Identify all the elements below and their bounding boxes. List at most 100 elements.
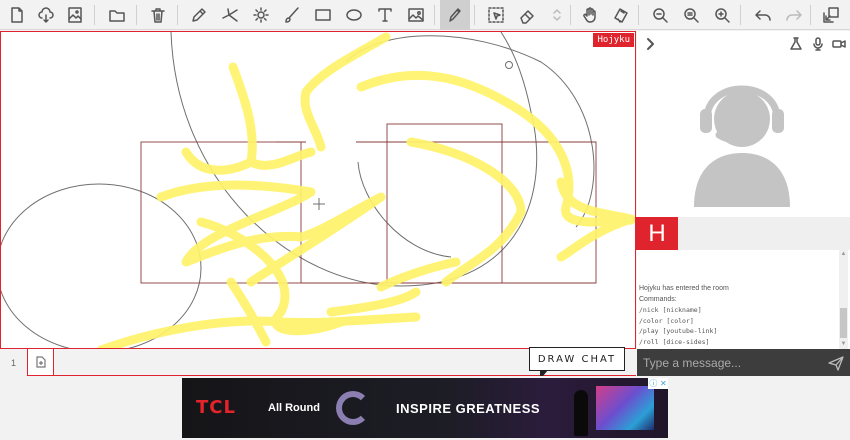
hand-icon <box>583 7 596 23</box>
rectangle-tool[interactable] <box>310 2 336 28</box>
cloud-save-icon <box>38 7 54 23</box>
camera-icon <box>832 40 846 48</box>
support-agent-icon <box>694 85 790 207</box>
stepper-button[interactable] <box>544 2 570 28</box>
camera-button[interactable] <box>830 35 848 53</box>
highlighter-strokes <box>96 32 635 348</box>
open-folder-button[interactable] <box>104 2 130 28</box>
ad-tv-image <box>596 386 654 430</box>
highlighter-tool[interactable] <box>440 0 470 30</box>
select-tool[interactable] <box>483 2 509 28</box>
gear-icon <box>253 7 269 23</box>
new-file-icon <box>11 7 23 23</box>
fit-screen-icon <box>823 7 839 23</box>
shape-gear-tool[interactable] <box>248 2 274 28</box>
undo-button[interactable] <box>750 2 776 28</box>
ad-choices-button[interactable]: ⓘ ✕ <box>648 378 668 389</box>
ad-close-icon: ✕ <box>659 379 667 388</box>
canvas-user-tag: Hojyku <box>593 33 634 47</box>
send-icon <box>827 355 844 371</box>
small-circle <box>505 61 513 69</box>
zoom-reset-button[interactable] <box>678 2 704 28</box>
pagebar-divider <box>54 375 636 376</box>
folder-icon <box>109 10 125 22</box>
ellipse-icon <box>346 9 362 21</box>
highlight-stroke-bottom <box>96 277 421 348</box>
zoom-in-button[interactable] <box>709 2 735 28</box>
message-input[interactable] <box>643 354 819 371</box>
chat-message: Hojyku has entered the room <box>639 285 729 292</box>
brush-icon <box>285 7 299 23</box>
line-tool[interactable] <box>217 2 243 28</box>
new-file-button[interactable] <box>4 2 30 28</box>
line-icon <box>222 8 238 22</box>
rectangle-icon <box>315 9 331 21</box>
ellipse-tool[interactable] <box>341 2 367 28</box>
user-avatar[interactable]: H <box>636 217 678 250</box>
scroll-thumb[interactable] <box>840 308 847 338</box>
send-button[interactable] <box>827 354 844 371</box>
canvas-drawing <box>1 32 635 348</box>
toolbar <box>0 0 850 30</box>
chat-message: /color [color] <box>639 316 694 325</box>
zoom-out-button[interactable] <box>647 2 673 28</box>
chat-message: /nick [nickname] <box>639 306 702 314</box>
chat-log: Hojyku has entered the room Commands: /n… <box>637 250 850 349</box>
advertisement-banner[interactable]: TCL All Round INSPIRE GREATNESS ⓘ ✕ <box>182 378 668 438</box>
wide-rectangle <box>276 141 597 284</box>
chat-message: Commands: <box>639 295 677 303</box>
pencil-icon <box>192 8 206 22</box>
trash-icon <box>151 8 165 23</box>
ad-person-image <box>574 390 588 436</box>
ad-info-icon: ⓘ <box>649 379 658 388</box>
delete-button[interactable] <box>145 2 171 28</box>
microphone-icon <box>813 37 823 51</box>
text-tool[interactable] <box>372 2 398 28</box>
cloud-save-button[interactable] <box>33 2 59 28</box>
flask-button[interactable] <box>787 35 805 53</box>
flask-icon <box>790 37 802 50</box>
ad-c-logo <box>336 391 370 425</box>
drawchat-logo: DRAW CHAT <box>529 347 625 371</box>
highlight-stroke-left <box>181 62 316 175</box>
undo-icon <box>755 10 771 21</box>
text-icon <box>378 8 392 22</box>
pencil-tool[interactable] <box>186 2 212 28</box>
image-icon <box>408 8 424 22</box>
highlighter-icon <box>449 8 461 22</box>
add-page-button[interactable] <box>27 349 54 376</box>
pan-tool[interactable] <box>577 2 603 28</box>
brush-tool[interactable] <box>279 2 305 28</box>
chat-messages: Hojyku has entered the room Commands: /n… <box>639 284 837 347</box>
eraser-tool[interactable] <box>514 2 540 28</box>
microphone-button[interactable] <box>809 35 827 53</box>
add-page-icon <box>35 356 46 368</box>
logo-text: DRAW CHAT <box>537 353 617 365</box>
left-ellipse <box>1 183 202 348</box>
message-bar <box>637 349 850 376</box>
drawing-canvas[interactable]: Hojyku <box>0 31 636 349</box>
chat-scrollbar[interactable]: ▲ ▼ <box>839 250 848 349</box>
select-icon <box>488 7 504 23</box>
save-image-button[interactable] <box>62 2 88 28</box>
ad-headline: INSPIRE GREATNESS <box>396 401 541 416</box>
ad-brand: TCL <box>196 397 236 418</box>
scroll-up-icon[interactable]: ▲ <box>840 251 847 258</box>
image-tool[interactable] <box>403 2 429 28</box>
avatar-area <box>637 57 850 217</box>
chat-message: /play [youtube-link] <box>639 327 718 335</box>
ad-subtitle: All Round <box>268 402 320 414</box>
chevron-right-icon <box>647 38 654 50</box>
page-number[interactable]: 1 <box>0 349 27 376</box>
eraser-icon <box>520 10 534 24</box>
panel-collapse-button[interactable] <box>641 35 659 53</box>
laser-tool[interactable] <box>608 2 634 28</box>
redo-icon <box>786 10 802 21</box>
zoom-out-icon <box>653 8 668 23</box>
redo-button[interactable] <box>781 2 807 28</box>
logo-tail <box>540 370 548 376</box>
scroll-down-icon[interactable]: ▼ <box>840 341 847 348</box>
fit-screen-button[interactable] <box>818 2 844 28</box>
laser-icon <box>614 8 628 23</box>
highlight-stroke-top-loop <box>300 32 635 227</box>
